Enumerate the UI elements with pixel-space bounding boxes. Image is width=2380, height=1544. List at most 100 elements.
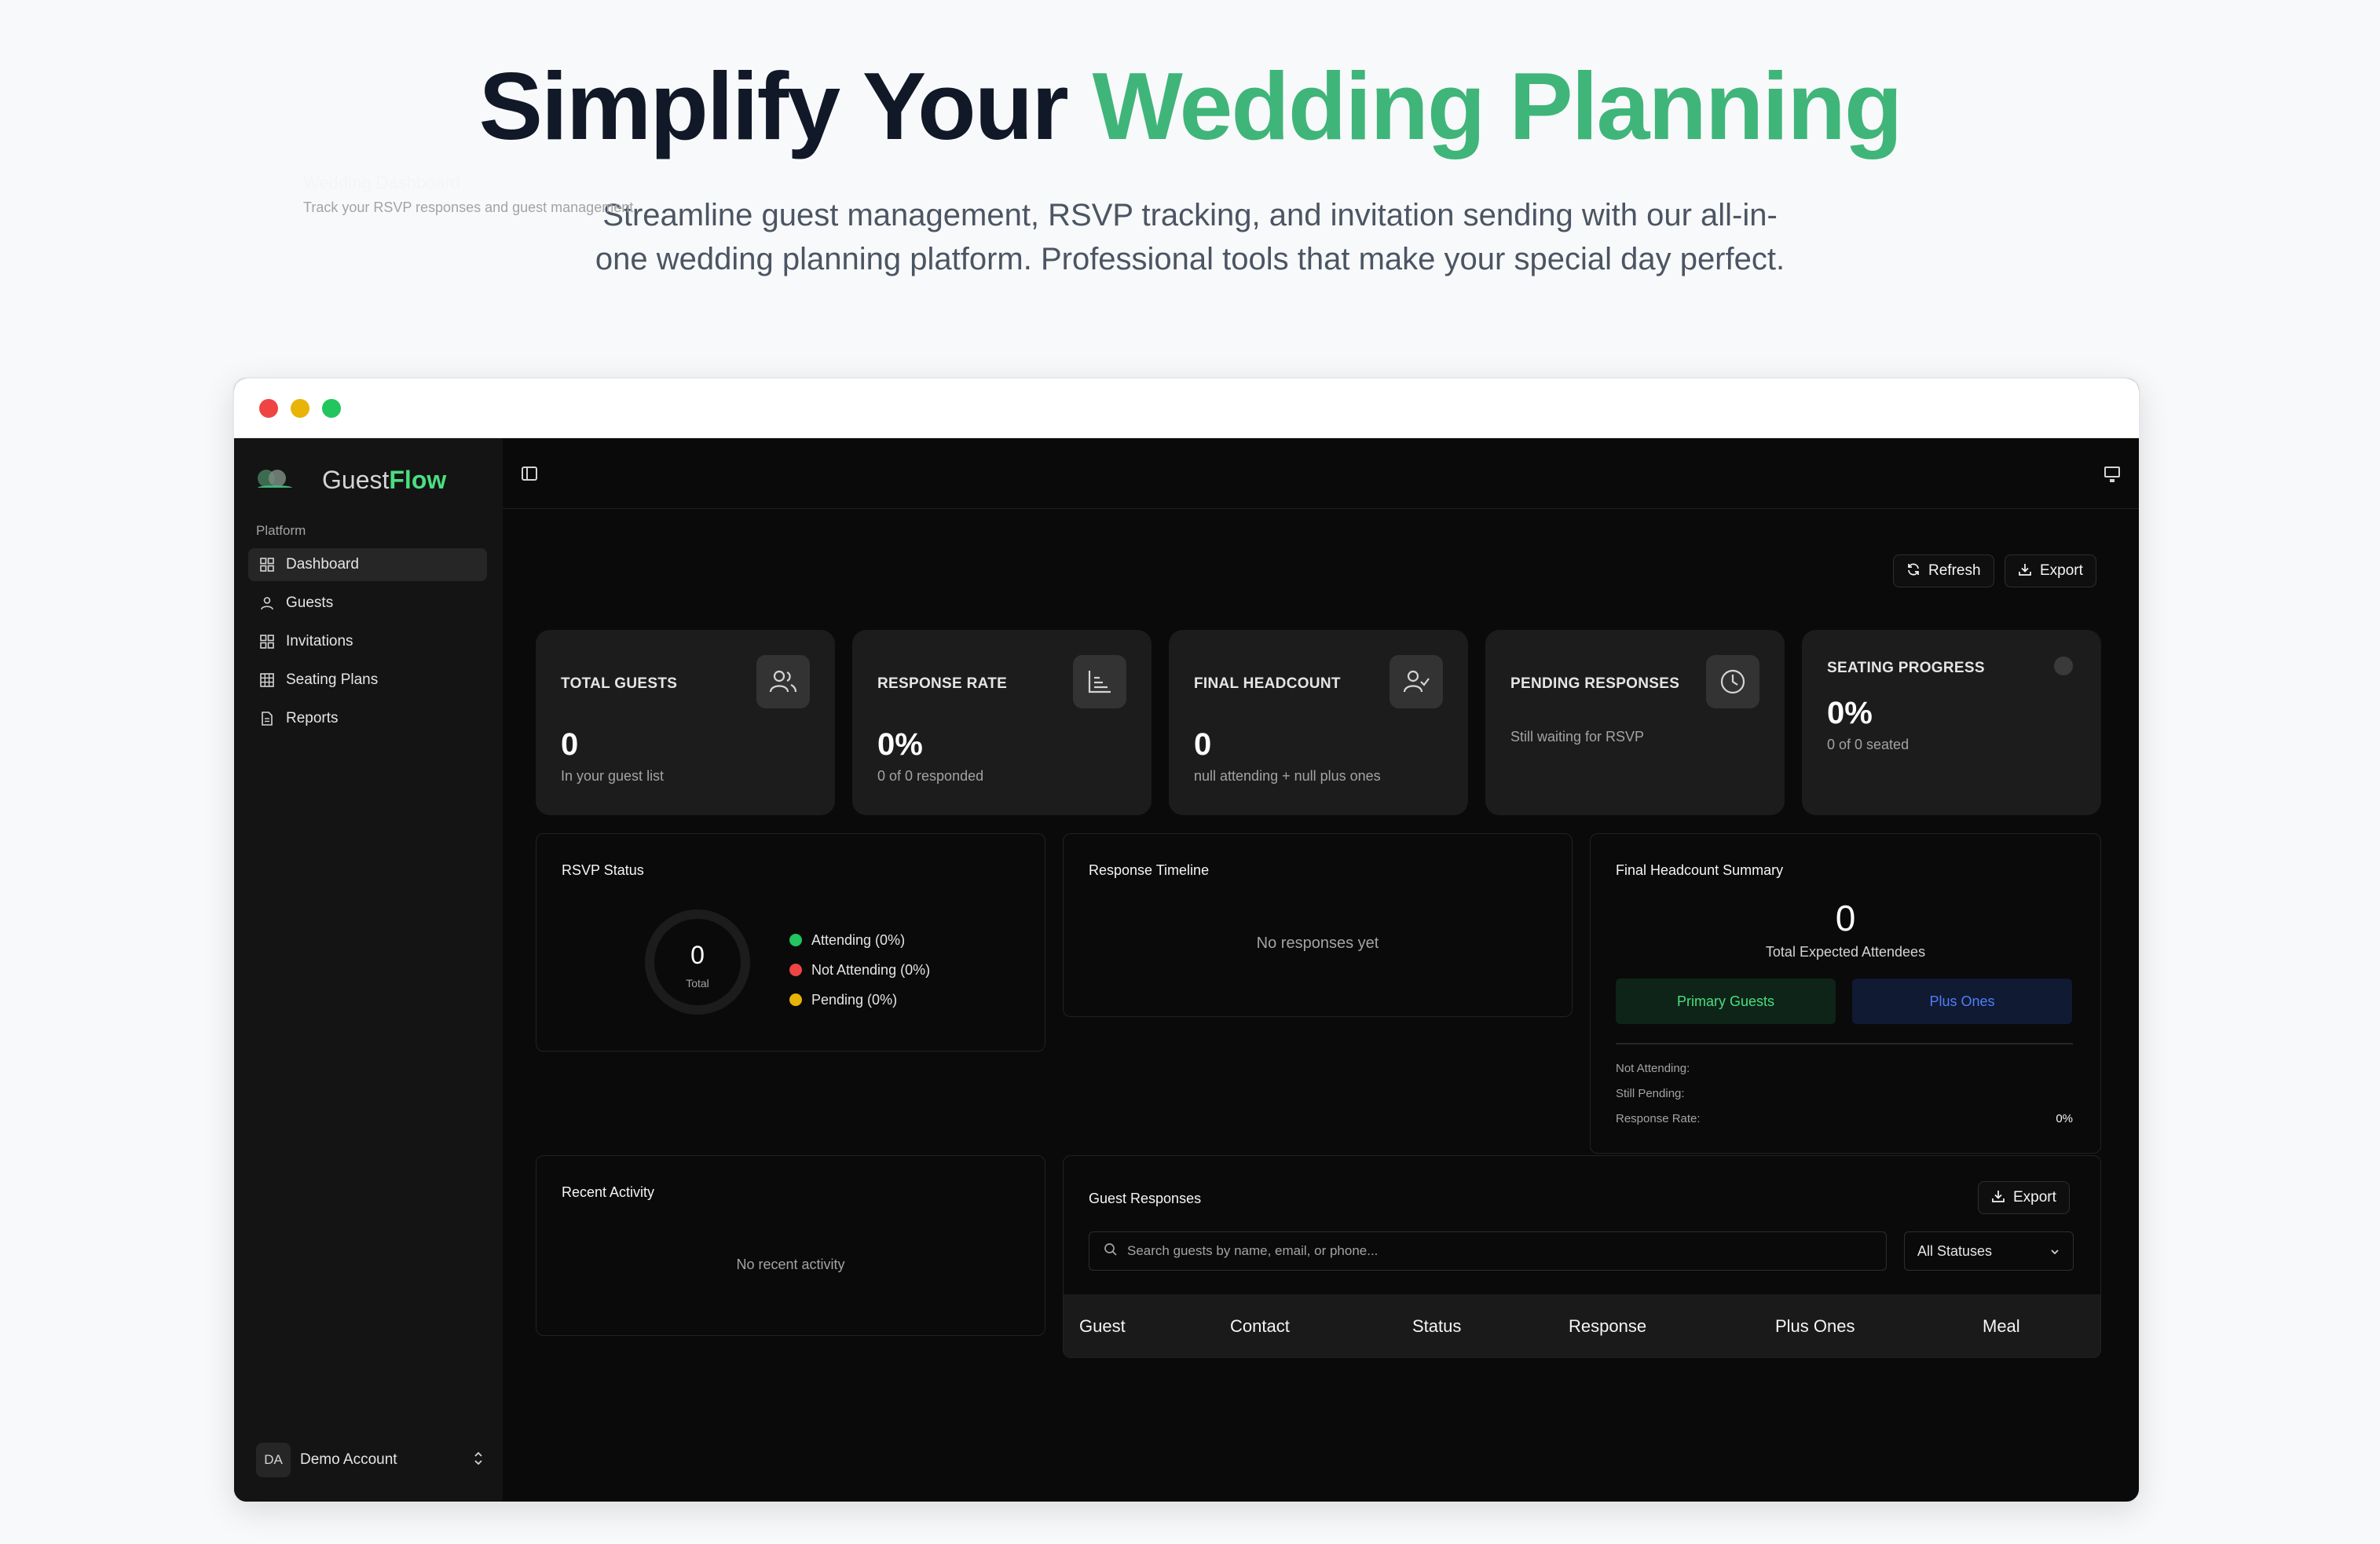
- stat-label: FINAL HEADCOUNT: [1194, 675, 1341, 692]
- sidebar: GuestFlow Platform Dashboard Guests Invi…: [234, 438, 503, 1502]
- account-name: Demo Account: [300, 1451, 397, 1468]
- chevron-down-icon: [2049, 1243, 2060, 1260]
- row-label: Still Pending:: [1616, 1087, 1685, 1100]
- timeline-empty-state: No responses yet: [1256, 935, 1379, 952]
- status-filter-select[interactable]: All Statuses: [1904, 1231, 2074, 1271]
- primary-guests-button[interactable]: Primary Guests: [1616, 979, 1836, 1024]
- topbar: [503, 438, 2139, 509]
- sidebar-item-label: Dashboard: [286, 556, 359, 573]
- chevron-up-down-icon: [473, 1451, 484, 1470]
- column-header-meal[interactable]: Meal: [1983, 1316, 2020, 1337]
- stat-value: 0%: [877, 727, 923, 762]
- search-icon: [1104, 1242, 1118, 1260]
- sidebar-item-dashboard[interactable]: Dashboard: [248, 548, 487, 581]
- monitor-icon[interactable]: [2104, 466, 2120, 482]
- table-header: Guest Contact Status Response Plus Ones …: [1064, 1294, 2100, 1357]
- rsvp-legend: Attending (0%) Not Attending (0%) Pendin…: [789, 925, 930, 1015]
- legend-label: Not Attending (0%): [811, 961, 931, 978]
- sidebar-item-label: Seating Plans: [286, 671, 379, 688]
- sidebar-item-guests[interactable]: Guests: [248, 587, 487, 620]
- search-input[interactable]: [1127, 1243, 1886, 1259]
- page-subtitle: Track your RSVP responses and guest mana…: [303, 199, 634, 215]
- legend-dot: [789, 964, 802, 976]
- hero-title-accent: Wedding Planning: [1092, 53, 1903, 159]
- stat-value: 0: [561, 727, 579, 762]
- stat-value: 0: [1194, 727, 1212, 762]
- download-icon: [2018, 562, 2032, 580]
- column-header-guest[interactable]: Guest: [1079, 1316, 1126, 1337]
- sidebar-item-invitations[interactable]: Invitations: [248, 625, 487, 658]
- sidebar-item-seating-plans[interactable]: Seating Plans: [248, 664, 487, 697]
- grid-icon: [259, 634, 275, 649]
- stat-card-final-headcount: FINAL HEADCOUNT 0 null attending + null …: [1169, 630, 1468, 815]
- export-button[interactable]: Export: [2005, 554, 2096, 587]
- hero-title: Simplify Your Wedding Planning: [0, 49, 2380, 163]
- donut-total-label: Total: [686, 977, 709, 990]
- stat-card-pending-responses: PENDING RESPONSES Still waiting for RSVP: [1485, 630, 1785, 815]
- stat-note: 0 of 0 responded: [877, 768, 984, 784]
- guest-responses-panel: Guest Responses Export All Statuses Gues…: [1063, 1155, 2101, 1358]
- rsvp-status-panel: RSVP Status 0 Total Attending (0%) Not A…: [536, 833, 1045, 1052]
- headcount-value: 0: [1835, 898, 1856, 938]
- sidebar-toggle-icon[interactable]: [522, 466, 537, 481]
- stat-label: TOTAL GUESTS: [561, 675, 678, 692]
- refresh-icon: [1906, 562, 1920, 580]
- headcount-value-label: Total Expected Attendees: [1765, 944, 1926, 960]
- sidebar-item-reports[interactable]: Reports: [248, 702, 487, 735]
- headcount-summary-panel: Final Headcount Summary 0 Total Expected…: [1590, 833, 2101, 1154]
- stat-note: Still waiting for RSVP: [1510, 729, 1645, 745]
- plus-ones-button[interactable]: Plus Ones: [1852, 979, 2072, 1024]
- panel-title: Response Timeline: [1089, 862, 1210, 878]
- column-header-contact[interactable]: Contact: [1230, 1316, 1290, 1337]
- panel-title: RSVP Status: [562, 862, 644, 878]
- window-titlebar: [234, 379, 2139, 438]
- panel-title: Recent Activity: [562, 1184, 655, 1200]
- hero-title-part1: Simplify Your: [478, 53, 1093, 159]
- close-window-button[interactable]: [259, 399, 278, 418]
- account-switcher[interactable]: DA Demo Account: [256, 1440, 484, 1480]
- stat-label: SEATING PROGRESS: [1827, 660, 1985, 676]
- export-responses-button[interactable]: Export: [1978, 1181, 2070, 1214]
- page-title: Wedding Dashboard: [303, 173, 461, 192]
- refresh-button[interactable]: Refresh: [1893, 554, 1994, 587]
- stat-card-total-guests: TOTAL GUESTS 0 In your guest list: [536, 630, 835, 815]
- legend-label: Pending (0%): [811, 991, 898, 1008]
- brand-name-part2: Flow: [389, 465, 447, 494]
- row-label: Response Rate:: [1616, 1112, 1701, 1125]
- sidebar-item-label: Invitations: [286, 633, 353, 649]
- headcount-row-response-rate: Response Rate: 0%: [1616, 1112, 2073, 1125]
- legend-item-pending: Pending (0%): [789, 985, 930, 1015]
- brand-logo-icon: [258, 468, 292, 492]
- column-header-status[interactable]: Status: [1412, 1316, 1461, 1337]
- legend-dot: [789, 934, 802, 946]
- export-label: Export: [2013, 1189, 2056, 1206]
- headcount-row-still-pending: Still Pending:: [1616, 1087, 2073, 1100]
- stat-value: 0%: [1827, 696, 1873, 730]
- brand-name: GuestFlow: [322, 466, 446, 495]
- user-icon: [259, 595, 275, 611]
- panel-title: Final Headcount Summary: [1616, 862, 1784, 878]
- clock-icon: [1706, 655, 1759, 708]
- guest-search[interactable]: [1089, 1231, 1887, 1271]
- maximize-window-button[interactable]: [322, 399, 341, 418]
- minimize-window-button[interactable]: [291, 399, 309, 418]
- donut-total-value: 0: [690, 941, 705, 969]
- row-value: 0%: [2056, 1112, 2073, 1125]
- avatar: DA: [256, 1443, 291, 1477]
- legend-label: Attending (0%): [811, 931, 906, 948]
- export-label: Export: [2040, 562, 2083, 579]
- row-label: Not Attending:: [1616, 1062, 1690, 1075]
- legend-dot: [789, 993, 802, 1006]
- column-header-response[interactable]: Response: [1569, 1316, 1646, 1337]
- headcount-row-not-attending: Not Attending:: [1616, 1062, 2073, 1075]
- brand[interactable]: GuestFlow: [258, 460, 446, 499]
- rsvp-donut-chart: 0 Total: [645, 909, 750, 1015]
- stat-note: In your guest list: [561, 768, 665, 784]
- stat-label: PENDING RESPONSES: [1510, 675, 1680, 692]
- document-icon: [259, 711, 275, 726]
- legend-item-not-attending: Not Attending (0%): [789, 955, 930, 985]
- sidebar-section-label: Platform: [256, 523, 306, 538]
- chart-icon: [1073, 655, 1126, 708]
- column-header-plus-ones[interactable]: Plus Ones: [1775, 1316, 1855, 1337]
- stat-label: RESPONSE RATE: [877, 675, 1008, 692]
